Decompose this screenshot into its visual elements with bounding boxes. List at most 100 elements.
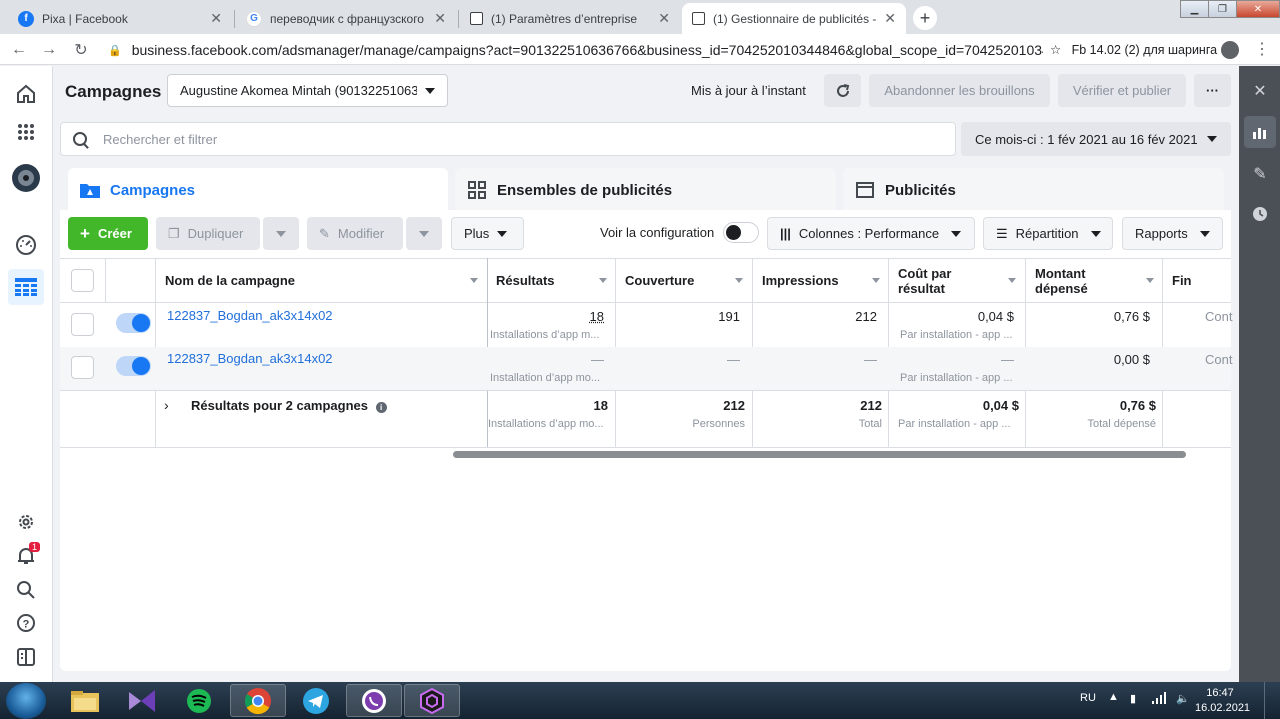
columns-button[interactable]: ||| Colonnes : Performance [767, 217, 975, 250]
notifications-bell-icon[interactable]: 1 [12, 542, 41, 570]
sort-icon [1008, 278, 1016, 283]
account-selector[interactable]: Augustine Akomea Mintah (901322510636766… [167, 74, 448, 107]
column-header-reach[interactable]: Couverture [616, 258, 751, 303]
settings-gear-icon[interactable] [12, 508, 40, 536]
edit-button[interactable]: ✎ Modifier [307, 217, 403, 250]
review-publish-button[interactable]: Vérifier et publier [1058, 74, 1186, 107]
minimize-button[interactable]: ▁ [1180, 0, 1209, 18]
maximize-button[interactable]: ❐ [1208, 0, 1237, 18]
row-checkbox[interactable] [71, 356, 94, 379]
column-header-results[interactable]: Résultats [487, 258, 615, 303]
summary-reach-label: Personnes [692, 418, 745, 430]
reach-value: — [727, 352, 740, 367]
amount-spent-value: 0,76 $ [1113, 309, 1150, 324]
more-actions-button[interactable]: Plus [451, 217, 524, 250]
profile-icon[interactable] [1221, 41, 1239, 59]
close-window-button[interactable]: ✕ [1236, 0, 1280, 18]
edit-pencil-icon[interactable]: ✎ [1244, 158, 1276, 190]
campaign-on-off-toggle[interactable] [116, 313, 151, 333]
create-button[interactable]: + Créer [68, 217, 148, 250]
campaign-name-link[interactable]: 122837_Bogdan_ak3x14x02 [167, 351, 333, 366]
breakdown-button[interactable]: ☰ Répartition [983, 217, 1113, 250]
history-clock-icon[interactable] [1244, 198, 1276, 230]
account-avatar[interactable] [12, 164, 40, 192]
chrome-icon[interactable] [230, 684, 286, 717]
tray-expand-icon[interactable]: ▲ [1108, 691, 1119, 703]
language-indicator[interactable]: RU [1080, 692, 1096, 704]
edit-dropdown[interactable] [406, 217, 442, 250]
new-tab-button[interactable]: + [913, 6, 937, 30]
tab-campaigns[interactable]: Campagnes [68, 168, 448, 212]
browser-menu-icon[interactable]: ⋮ [1254, 39, 1270, 59]
close-panel-icon[interactable]: ✕ [1244, 75, 1276, 107]
forward-icon[interactable]: → [38, 39, 60, 61]
clock-time: 16:47 [1206, 687, 1234, 699]
tab-ad-sets[interactable]: Ensembles de publicités [455, 168, 836, 212]
close-tab-icon[interactable]: ✕ [884, 10, 896, 27]
browser-tab[interactable]: f Pixa | Facebook ✕ [8, 3, 232, 34]
spotify-icon[interactable] [171, 684, 227, 717]
file-explorer-icon[interactable] [57, 684, 113, 717]
duplicate-button[interactable]: ❐ Dupliquer [156, 217, 260, 250]
browser-tab[interactable]: G переводчик с французского на ✕ [236, 3, 456, 34]
viber-icon[interactable] [346, 684, 402, 717]
help-icon[interactable]: ? [12, 609, 40, 637]
home-icon[interactable] [12, 80, 40, 108]
column-header-end[interactable]: Fin [1163, 258, 1231, 303]
column-header-cost-per-result[interactable]: Coût par résultat [889, 258, 1024, 303]
visual-studio-icon[interactable] [114, 684, 170, 717]
results-value[interactable]: 18 [490, 309, 604, 324]
chevron-down-icon [951, 230, 962, 237]
summary-reach-value: 212 [723, 398, 745, 413]
bookmark-item[interactable]: ☆ Fb 14.02 (2) для шаринга [1050, 42, 1217, 57]
close-tab-icon[interactable]: ✕ [210, 10, 222, 27]
start-button[interactable] [6, 683, 46, 719]
browser-tab-active[interactable]: (1) Gestionnaire de publicités - G ✕ [682, 3, 906, 34]
end-value: Cont [1205, 352, 1233, 367]
network-signal-icon[interactable] [1152, 692, 1166, 707]
date-range-picker[interactable]: Ce mois-ci : 1 fév 2021 au 16 fév 2021 [961, 122, 1231, 156]
system-clock[interactable]: 16:47 16.02.2021 [1195, 686, 1250, 716]
back-icon[interactable]: ← [8, 39, 30, 61]
column-header-name[interactable]: Nom de la campagne [156, 258, 486, 303]
show-desktop-button[interactable] [1264, 682, 1280, 719]
refresh-icon [836, 83, 849, 97]
expand-chevron-icon[interactable]: › [164, 397, 169, 413]
sort-icon [470, 278, 478, 283]
row-checkbox[interactable] [71, 313, 94, 336]
telegram-icon[interactable] [288, 684, 344, 717]
header-label: Fin [1172, 273, 1192, 288]
close-tab-icon[interactable]: ✕ [434, 10, 446, 27]
discard-drafts-button[interactable]: Abandonner les brouillons [869, 74, 1050, 107]
volume-icon[interactable]: 🔈 [1176, 692, 1190, 705]
close-tab-icon[interactable]: ✕ [658, 10, 670, 27]
browser-tab[interactable]: (1) Paramètres d’entreprise ✕ [460, 3, 680, 34]
reload-icon[interactable]: ↻ [70, 39, 92, 61]
search-icon [73, 132, 87, 146]
dashboard-gauge-icon[interactable] [12, 231, 40, 259]
campaign-on-off-toggle[interactable] [116, 356, 151, 376]
url-field[interactable]: 🔒 business.facebook.com/adsmanager/manag… [108, 38, 1043, 62]
ads-manager-table-icon[interactable] [8, 269, 44, 305]
refresh-button[interactable] [824, 74, 861, 107]
campaign-name-link[interactable]: 122837_Bogdan_ak3x14x02 [167, 308, 333, 323]
more-options-button[interactable]: ··· [1194, 74, 1231, 107]
app-hexagon-icon[interactable] [404, 684, 460, 717]
cost-per-result-label: Par installation - app ... [900, 372, 1013, 384]
apps-grid-icon[interactable] [12, 118, 40, 146]
info-icon[interactable]: i [375, 402, 387, 413]
toggle-panel-icon[interactable] [12, 643, 40, 671]
device-tray-icon[interactable]: ▮ [1130, 692, 1136, 705]
column-header-amount-spent[interactable]: Montant dépensé [1026, 258, 1162, 303]
search-input[interactable]: Rechercher et filtrer [60, 122, 956, 156]
select-all-checkbox[interactable] [71, 269, 94, 292]
view-config-toggle[interactable] [723, 222, 759, 243]
search-icon[interactable] [12, 576, 40, 604]
tab-ads[interactable]: Publicités [843, 168, 1224, 212]
reports-button[interactable]: Rapports [1122, 217, 1223, 250]
column-header-impressions[interactable]: Impressions [753, 258, 888, 303]
horizontal-scrollbar[interactable] [453, 451, 1186, 458]
chart-icon[interactable] [1244, 116, 1276, 148]
duplicate-dropdown[interactable] [263, 217, 299, 250]
bookmark-label: Fb 14.02 (2) для шаринга [1071, 43, 1218, 57]
